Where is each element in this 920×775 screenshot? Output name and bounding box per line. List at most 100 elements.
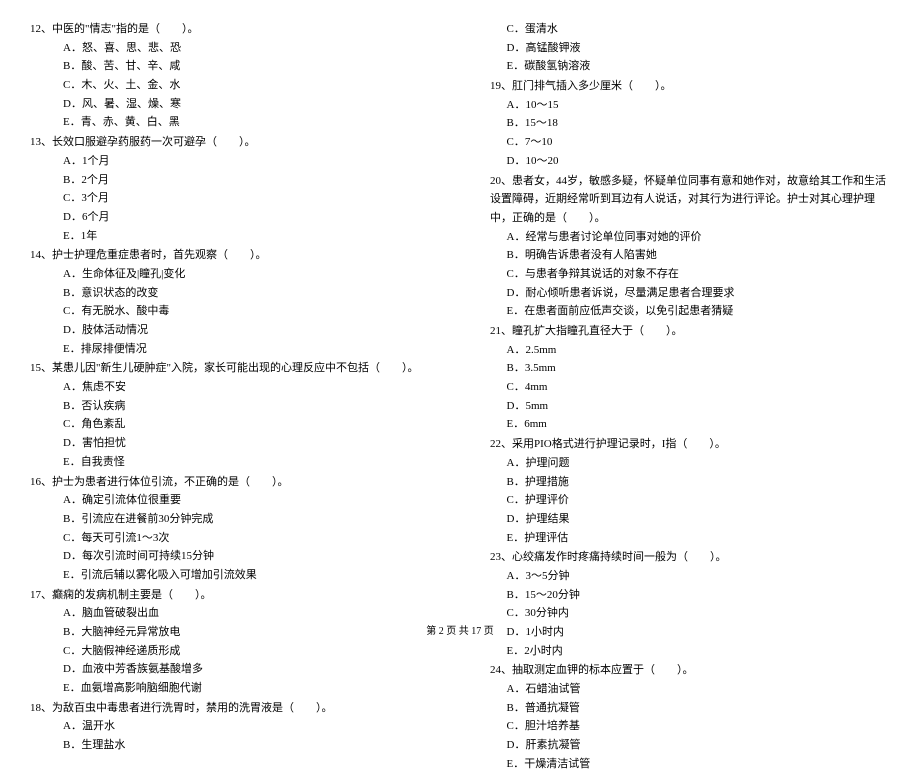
options-list: A．焦虑不安B．否认疾病C．角色紊乱D．害怕担忧E．自我责怪 [30,378,430,471]
options-list: A．生命体征及|瞳孔|变化B．意识状态的改变C．有无脱水、酸中毒D．肢体活动情况… [30,265,430,358]
option-item: D．害怕担忧 [63,434,430,453]
question-text: 16、护士为患者进行体位引流，不正确的是（ ）。 [30,473,430,492]
option-item: E．自我责怪 [63,453,430,472]
options-list: A．怒、喜、思、悲、恐B．酸、苦、甘、辛、咸C．木、火、土、金、水D．风、暑、湿… [30,39,430,132]
option-item: A．1个月 [63,152,430,171]
option-item: C．每天可引流1～3次 [63,529,430,548]
option-item: A．脑血管破裂出血 [63,604,430,623]
option-item: E．6mm [507,415,891,434]
option-item: D．每次引流时间可持续15分钟 [63,547,430,566]
question-block: 20、患者女，44岁，敏感多疑，怀疑单位同事有意和她作对，故意给其工作和生活设置… [490,172,890,322]
option-item: C．角色紊乱 [63,415,430,434]
option-item: C．蛋清水 [507,20,891,39]
options-list: A．护理问题B．护理措施C．护理评价D．护理结果E．护理评估 [490,454,890,547]
option-item: E．引流后辅以雾化吸入可增加引流效果 [63,566,430,585]
page-footer: 第 2 页 共 17 页 [0,623,920,640]
question-block: 15、某患儿因"新生儿硬肿症"入院，家长可能出现的心理反应中不包括（ ）。A．焦… [30,359,430,471]
option-item: D．风、暑、湿、燥、寒 [63,95,430,114]
options-list: A．2.5mmB．3.5mmC．4mmD．5mmE．6mm [490,341,890,434]
option-item: B．15～18 [507,114,891,133]
question-block: 19、肛门排气插入多少厘米（ ）。A．10～15B．15～18C．7～10D．1… [490,77,890,170]
option-item: A．2.5mm [507,341,891,360]
question-block: 22、采用PIO格式进行护理记录时，I指（ ）。A．护理问题B．护理措施C．护理… [490,435,890,547]
options-list: A．1个月B．2个月C．3个月D．6个月E．1年 [30,152,430,245]
question-text: 19、肛门排气插入多少厘米（ ）。 [490,77,890,96]
option-item: A．护理问题 [507,454,891,473]
option-item: E．血氨增高影响脑细胞代谢 [63,679,430,698]
option-item: C．3个月 [63,189,430,208]
question-text: 18、为敌百虫中毒患者进行洗胃时，禁用的洗胃液是（ ）。 [30,699,430,718]
question-text: 13、长效口服避孕药服药一次可避孕（ ）。 [30,133,430,152]
option-item: A．经常与患者讨论单位同事对她的评价 [507,228,891,247]
option-item: D．5mm [507,397,891,416]
option-item: E．排尿排便情况 [63,340,430,359]
option-item: D．耐心倾听患者诉说，尽量满足患者合理要求 [507,284,891,303]
question-block: 12、中医的"情志"指的是（ ）。A．怒、喜、思、悲、恐B．酸、苦、甘、辛、咸C… [30,20,430,132]
question-block: 17、癫痫的发病机制主要是（ ）。A．脑血管破裂出血B．大脑神经元异常放电C．大… [30,586,430,698]
question-text: 20、患者女，44岁，敏感多疑，怀疑单位同事有意和她作对，故意给其工作和生活设置… [490,172,890,228]
option-item: E．青、赤、黄、白、黑 [63,113,430,132]
question-block: 16、护士为患者进行体位引流，不正确的是（ ）。A．确定引流体位很重要B．引流应… [30,473,430,585]
option-item: C．7～10 [507,133,891,152]
option-item: A．温开水 [63,717,430,736]
options-list: A．10～15B．15～18C．7～10D．10～20 [490,96,890,171]
question-block: C．蛋清水D．高锰酸钾液E．碳酸氢钠溶液 [490,20,890,76]
option-item: E．碳酸氢钠溶液 [507,57,891,76]
option-item: C．胆汁培养基 [507,717,891,736]
options-list: C．蛋清水D．高锰酸钾液E．碳酸氢钠溶液 [490,20,890,76]
option-item: E．在患者面前应低声交谈，以免引起患者猜疑 [507,302,891,321]
option-item: B．明确告诉患者没有人陷害她 [507,246,891,265]
option-item: B．2个月 [63,171,430,190]
option-item: A．焦虑不安 [63,378,430,397]
option-item: D．肢体活动情况 [63,321,430,340]
option-item: D．10～20 [507,152,891,171]
option-item: B．护理措施 [507,473,891,492]
question-block: 13、长效口服避孕药服药一次可避孕（ ）。A．1个月B．2个月C．3个月D．6个… [30,133,430,245]
options-list: A．确定引流体位很重要B．引流应在进餐前30分钟完成C．每天可引流1～3次D．每… [30,491,430,584]
question-text: 14、护士护理危重症患者时，首先观察（ ）。 [30,246,430,265]
question-text: 15、某患儿因"新生儿硬肿症"入院，家长可能出现的心理反应中不包括（ ）。 [30,359,430,378]
question-block: 21、瞳孔扩大指瞳孔直径大于（ ）。A．2.5mmB．3.5mmC．4mmD．5… [490,322,890,434]
options-list: A．经常与患者讨论单位同事对她的评价B．明确告诉患者没有人陷害她C．与患者争辩其… [490,228,890,321]
option-item: B．普通抗凝管 [507,699,891,718]
option-item: C．有无脱水、酸中毒 [63,302,430,321]
question-block: 24、抽取测定血钾的标本应置于（ ）。A．石蜡油试管B．普通抗凝管C．胆汁培养基… [490,661,890,773]
option-item: D．高锰酸钾液 [507,39,891,58]
options-list: A．温开水B．生理盐水 [30,717,430,754]
option-item: D．血液中芳香族氨基酸增多 [63,660,430,679]
option-item: A．确定引流体位很重要 [63,491,430,510]
option-item: A．石蜡油试管 [507,680,891,699]
options-list: A．脑血管破裂出血B．大脑神经元异常放电C．大脑假神经递质形成D．血液中芳香族氨… [30,604,430,697]
question-text: 12、中医的"情志"指的是（ ）。 [30,20,430,39]
question-text: 24、抽取测定血钾的标本应置于（ ）。 [490,661,890,680]
option-item: B．引流应在进餐前30分钟完成 [63,510,430,529]
option-item: A．3～5分钟 [507,567,891,586]
option-item: A．10～15 [507,96,891,115]
option-item: B．生理盐水 [63,736,430,755]
options-list: A．石蜡油试管B．普通抗凝管C．胆汁培养基D．肝素抗凝管E．干燥清洁试管 [490,680,890,773]
option-item: E．1年 [63,227,430,246]
option-item: E．干燥清洁试管 [507,755,891,774]
options-list: A．3～5分钟B．15～20分钟C．30分钟内D．1小时内E．2小时内 [490,567,890,660]
option-item: B．意识状态的改变 [63,284,430,303]
option-item: C．护理评价 [507,491,891,510]
question-text: 23、心绞痛发作时疼痛持续时间一般为（ ）。 [490,548,890,567]
option-item: C．30分钟内 [507,604,891,623]
option-item: C．与患者争辩其说话的对象不存在 [507,265,891,284]
option-item: E．2小时内 [507,642,891,661]
option-item: E．护理评估 [507,529,891,548]
option-item: C．大脑假神经递质形成 [63,642,430,661]
question-block: 18、为敌百虫中毒患者进行洗胃时，禁用的洗胃液是（ ）。A．温开水B．生理盐水 [30,699,430,755]
option-item: B．3.5mm [507,359,891,378]
option-item: C．4mm [507,378,891,397]
option-item: D．6个月 [63,208,430,227]
question-block: 14、护士护理危重症患者时，首先观察（ ）。A．生命体征及|瞳孔|变化B．意识状… [30,246,430,358]
option-item: A．怒、喜、思、悲、恐 [63,39,430,58]
option-item: B．15～20分钟 [507,586,891,605]
option-item: D．肝素抗凝管 [507,736,891,755]
option-item: B．酸、苦、甘、辛、咸 [63,57,430,76]
option-item: C．木、火、土、金、水 [63,76,430,95]
question-text: 17、癫痫的发病机制主要是（ ）。 [30,586,430,605]
option-item: D．护理结果 [507,510,891,529]
question-block: 23、心绞痛发作时疼痛持续时间一般为（ ）。A．3～5分钟B．15～20分钟C．… [490,548,890,660]
